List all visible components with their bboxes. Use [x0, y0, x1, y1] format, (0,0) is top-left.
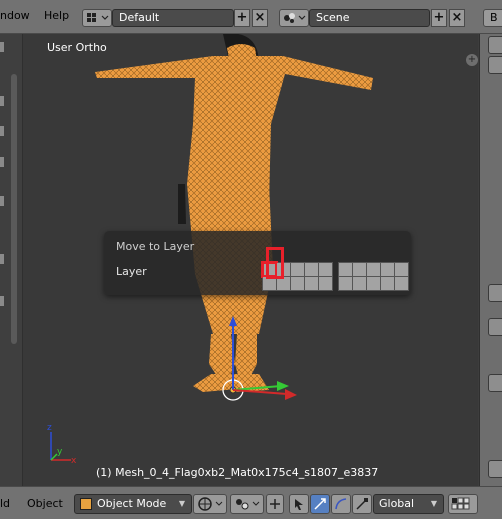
tool-tab[interactable]	[0, 157, 4, 167]
layer-button[interactable]	[395, 263, 408, 276]
collapse-toggle-icon[interactable]: +	[466, 54, 478, 66]
layer-button[interactable]	[305, 277, 318, 290]
layer-button[interactable]	[319, 277, 332, 290]
menu-add[interactable]: ld	[0, 497, 10, 510]
tool-tab[interactable]	[0, 42, 4, 52]
move-to-layer-popup: Move to Layer Layer	[104, 231, 411, 295]
svg-text:z: z	[47, 423, 52, 433]
layer-grid-right[interactable]	[338, 262, 409, 291]
chevron-down-icon: ▼	[178, 499, 185, 508]
object-status: (1) Mesh_0_4_Flag0xb2_Mat0x175c4_s1807_e…	[96, 466, 379, 479]
tool-tab[interactable]	[0, 196, 4, 206]
rotate-icon[interactable]	[331, 494, 351, 514]
popup-title: Move to Layer	[116, 240, 195, 253]
layer-button[interactable]	[381, 277, 394, 290]
render-engine-label: B	[490, 11, 498, 24]
properties-icon[interactable]	[488, 460, 502, 478]
chevron-down-icon: ▼	[430, 499, 437, 508]
manipulator-toggle-icon[interactable]	[266, 494, 284, 514]
viewport-header: ld Object Object Mode ▼ Global ▼	[0, 486, 502, 519]
translate-icon[interactable]	[310, 494, 330, 514]
svg-text:x: x	[71, 456, 77, 466]
highlight-box	[266, 247, 284, 279]
viewport-shading-icon[interactable]	[193, 494, 227, 514]
layer-button[interactable]	[367, 263, 380, 276]
cube-icon	[80, 498, 92, 510]
tool-tab[interactable]	[0, 254, 4, 264]
layer-button[interactable]	[339, 277, 352, 290]
pivot-point-icon[interactable]	[230, 494, 264, 514]
svg-text:y: y	[57, 447, 63, 457]
properties-edge[interactable]: +	[466, 34, 502, 486]
layer-label: Layer	[116, 265, 147, 278]
scale-icon[interactable]	[352, 494, 372, 514]
layer-button[interactable]	[353, 263, 366, 276]
scene-icon[interactable]	[279, 9, 309, 27]
screen-layout-field[interactable]: Default	[112, 9, 234, 27]
render-engine-field[interactable]: B	[483, 9, 502, 27]
pointer-icon[interactable]	[289, 494, 309, 514]
layer-button[interactable]	[367, 277, 380, 290]
screen-layout-icon[interactable]	[82, 9, 112, 27]
tool-tab[interactable]	[0, 96, 4, 106]
pin-icon[interactable]	[488, 318, 502, 336]
remove-scene-button[interactable]: ×	[449, 9, 465, 27]
transform-orientation-selector[interactable]: Global ▼	[373, 494, 444, 514]
orientation-label: Global	[379, 497, 415, 510]
properties-icon[interactable]	[488, 56, 502, 74]
layers-icon[interactable]	[448, 494, 478, 514]
menu-help[interactable]: Help	[44, 9, 69, 22]
tool-shelf-scrollbar[interactable]	[11, 74, 17, 344]
tool-shelf-edge[interactable]	[0, 34, 23, 486]
properties-icon[interactable]	[488, 36, 502, 54]
properties-icon[interactable]	[488, 374, 502, 392]
menu-object[interactable]: Object	[27, 497, 63, 510]
layer-button[interactable]	[319, 263, 332, 276]
menu-window[interactable]: ndow	[0, 9, 30, 22]
add-scene-button[interactable]: +	[431, 9, 447, 27]
mode-selector[interactable]: Object Mode ▼	[74, 494, 192, 514]
tool-tab[interactable]	[0, 126, 4, 136]
layer-button[interactable]	[291, 263, 304, 276]
scene-field[interactable]: Scene	[309, 9, 430, 27]
tool-tab[interactable]	[0, 296, 4, 306]
layer-button[interactable]	[353, 277, 366, 290]
layer-button[interactable]	[291, 277, 304, 290]
info-header: ndow Help Default + × Scene + × B	[0, 0, 502, 34]
mode-label: Object Mode	[97, 497, 167, 510]
layer-button[interactable]	[381, 263, 394, 276]
add-screen-button[interactable]: +	[234, 9, 250, 27]
layer-button[interactable]	[339, 263, 352, 276]
layer-button[interactable]	[305, 263, 318, 276]
remove-screen-button[interactable]: ×	[252, 9, 268, 27]
properties-icon[interactable]	[488, 284, 502, 302]
layer-button[interactable]	[395, 277, 408, 290]
